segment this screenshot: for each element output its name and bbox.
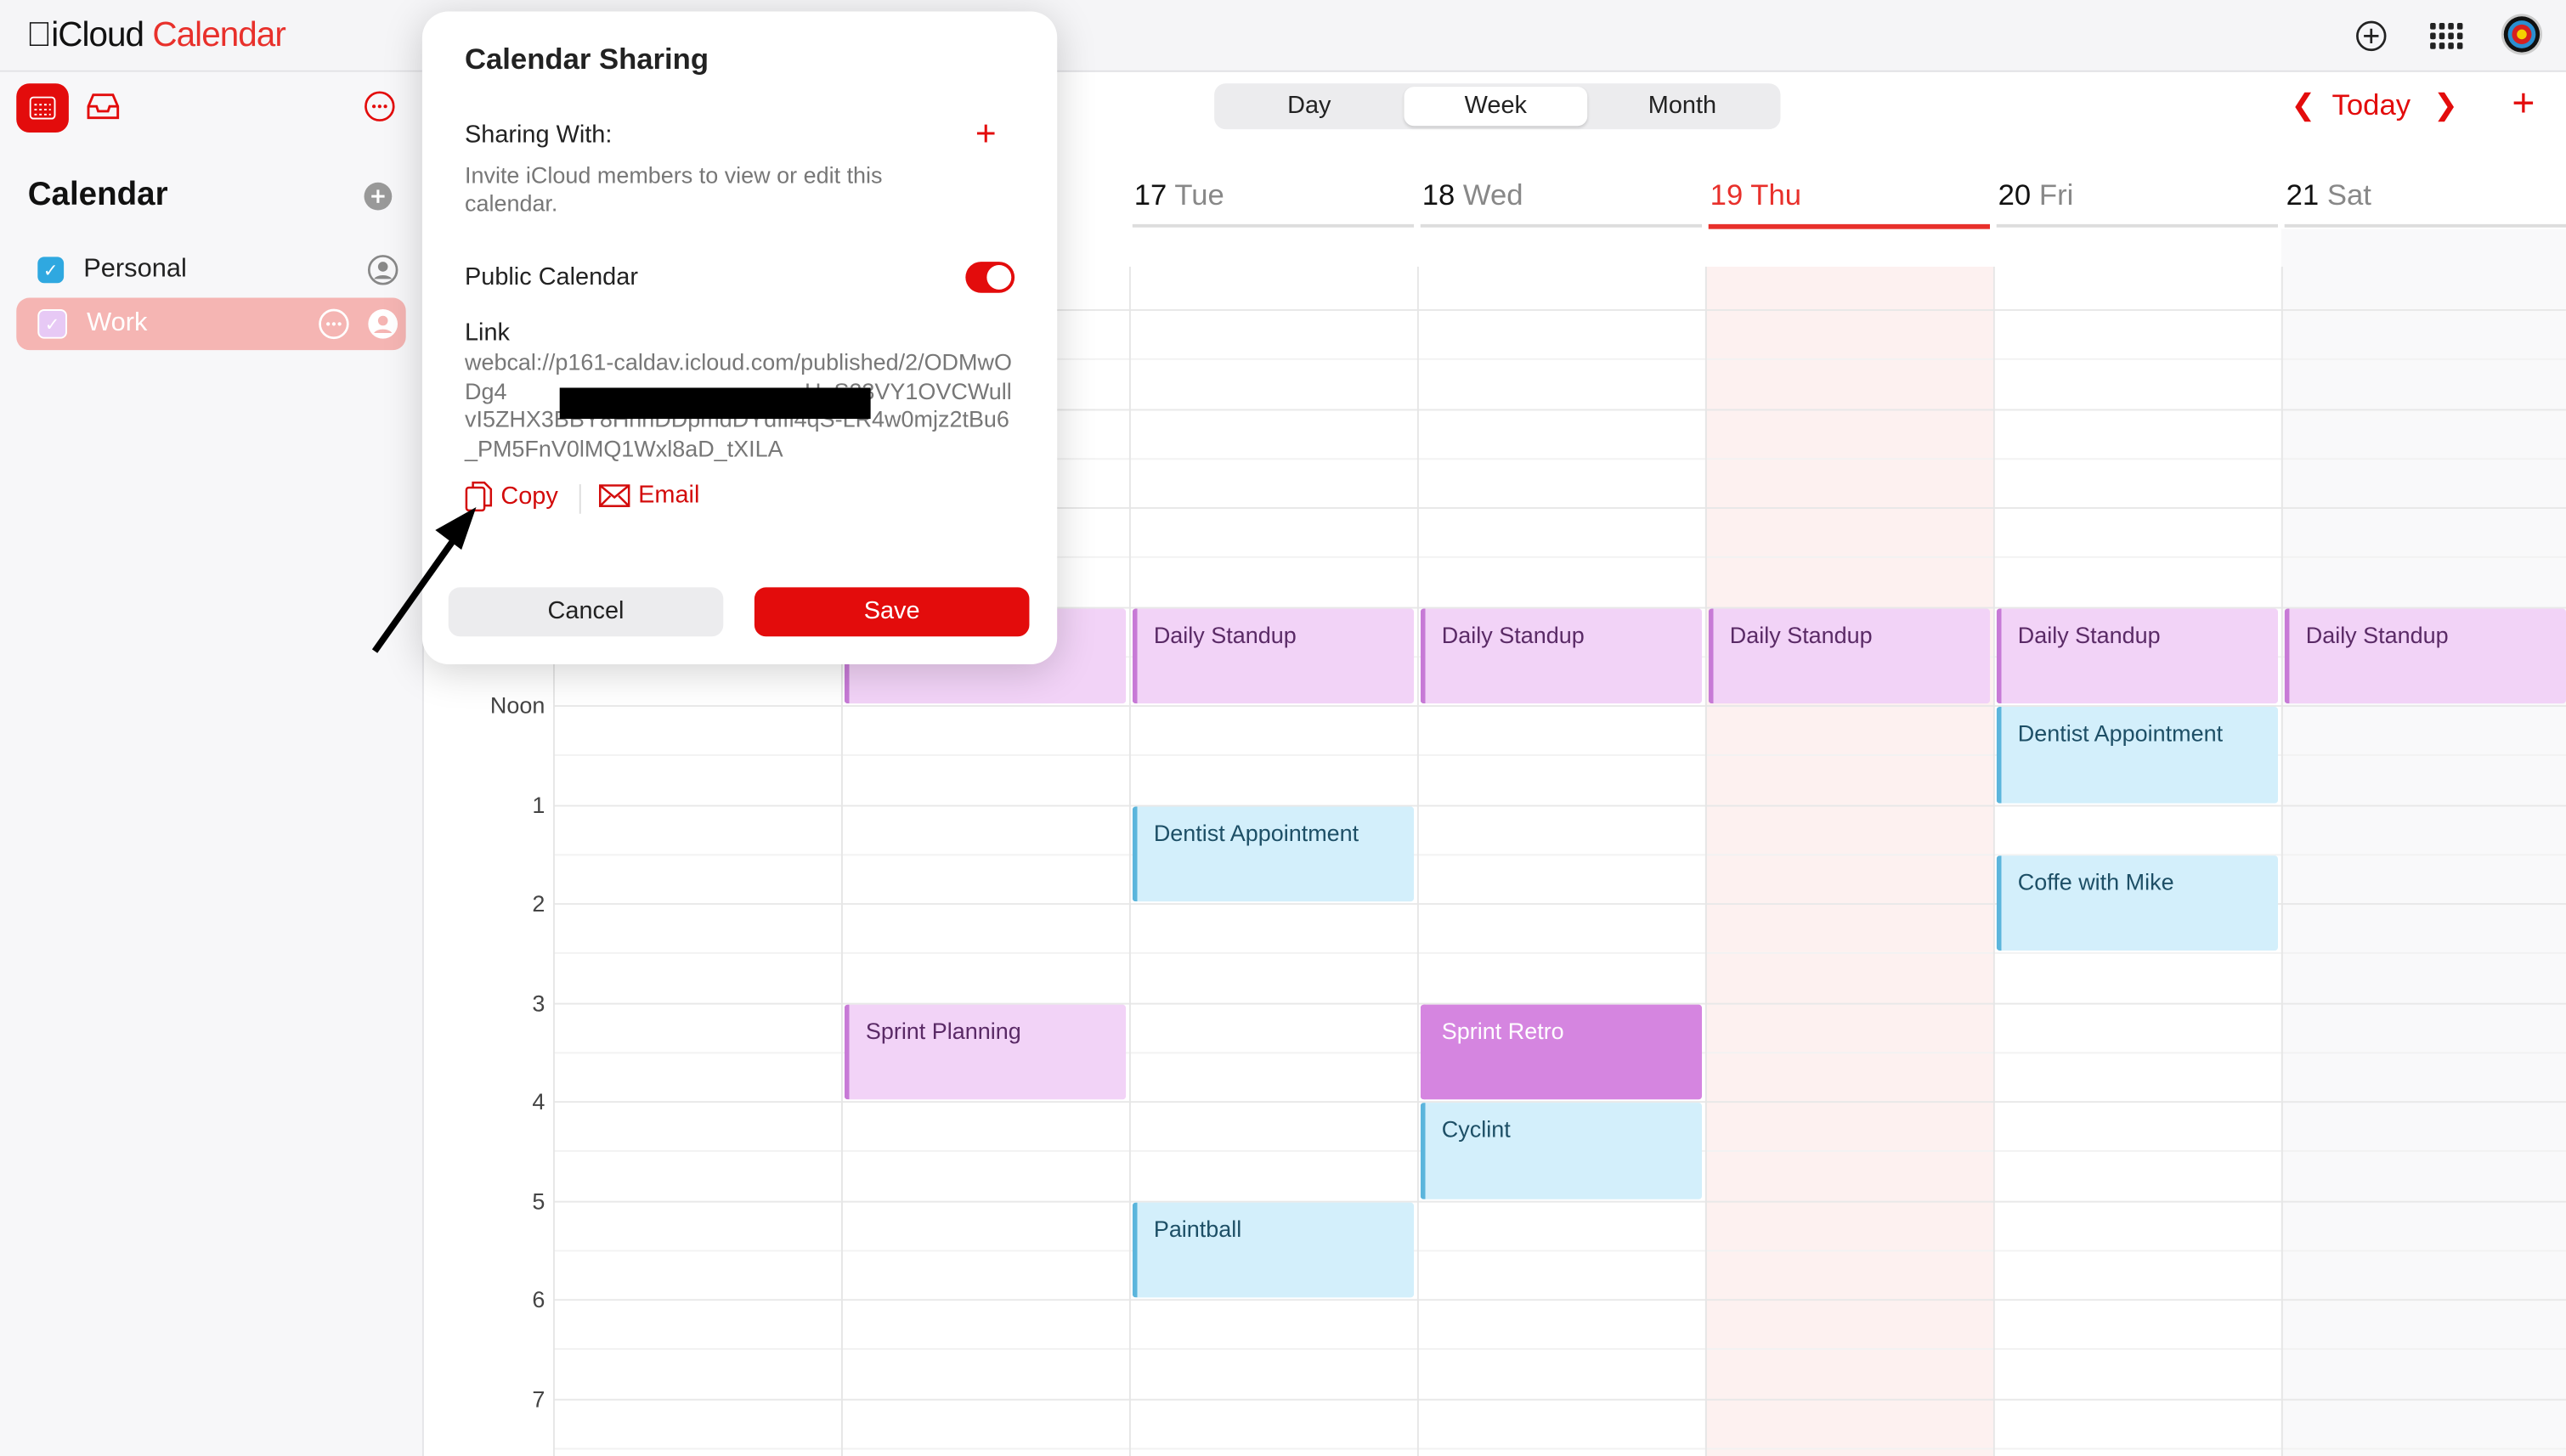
day-column-divider	[1992, 266, 1995, 1456]
calendar-event[interactable]: Dentist Appointment	[1996, 707, 2278, 803]
save-button[interactable]: Save	[754, 587, 1030, 637]
calendar-item-work[interactable]: ✓ Work	[16, 297, 406, 351]
calendar-event[interactable]: Daily Standup	[1708, 607, 1991, 704]
email-link-button[interactable]: Email	[599, 481, 699, 509]
hour-line	[552, 1397, 2566, 1400]
calendar-view-button[interactable]	[16, 83, 69, 133]
day-header-underline	[1996, 223, 2278, 228]
view-month-button[interactable]: Month	[1591, 87, 1774, 126]
public-calendar-toggle[interactable]	[965, 262, 1015, 293]
calendar-event[interactable]: Dentist Appointment	[1132, 805, 1415, 902]
hour-line	[552, 1299, 2566, 1301]
app-logo: iCloud Calendar	[25, 16, 286, 54]
new-event-button[interactable]: +	[2512, 82, 2535, 127]
calendar-event[interactable]: Coffe with Mike	[1996, 855, 2278, 951]
hour-line	[552, 1348, 2566, 1351]
time-label: 6	[532, 1285, 545, 1312]
envelope-icon	[599, 483, 630, 507]
calendar-event[interactable]: Sprint Retro	[1420, 1003, 1703, 1100]
day-header-underline	[2284, 223, 2566, 228]
next-week-button[interactable]: ❯	[2433, 88, 2458, 122]
inbox-icon[interactable]	[83, 87, 122, 126]
hour-line	[552, 952, 2566, 955]
copy-link-button[interactable]: Copy	[465, 481, 558, 512]
calendar-event[interactable]: Cyclint	[1420, 1103, 1703, 1199]
sharing-hint: Invite iCloud members to view or edit th…	[464, 161, 883, 217]
top-bar: iCloud Calendar	[0, 0, 2566, 72]
day-column-divider	[2281, 266, 2283, 1456]
day-header-underline	[1708, 223, 1991, 229]
view-switcher: Day Week Month	[1214, 83, 1781, 130]
day-header[interactable]: 18 Wed	[1422, 178, 1523, 212]
hour-line	[552, 1448, 2566, 1449]
calendar-event[interactable]: Sprint Planning	[844, 1003, 1127, 1100]
previous-week-button[interactable]: ❮	[2291, 88, 2315, 122]
time-label: 3	[532, 989, 545, 1016]
cancel-button[interactable]: Cancel	[448, 587, 724, 637]
hour-line	[552, 1002, 2566, 1004]
view-day-button[interactable]: Day	[1218, 87, 1401, 126]
divider	[579, 484, 581, 514]
calendar-sharing-dialog: Calendar Sharing Sharing With: + Invite …	[421, 11, 1058, 664]
add-person-button[interactable]: +	[975, 113, 997, 155]
add-circle-icon[interactable]	[2352, 16, 2391, 55]
hour-line	[552, 1199, 2566, 1202]
time-label: 5	[532, 1187, 545, 1214]
day-column-divider	[1128, 266, 1131, 1456]
calendar-item-personal[interactable]: ✓ Personal	[16, 244, 405, 296]
shared-person-icon[interactable]	[366, 254, 399, 295]
more-options-icon[interactable]	[318, 308, 351, 348]
sidebar: Calendar ✓ Personal ✓ Work	[0, 71, 424, 1456]
weekend-column	[2281, 229, 2566, 1456]
calendar-event[interactable]: Paintball	[1132, 1201, 1415, 1298]
view-week-button[interactable]: Week	[1404, 87, 1588, 127]
time-label: Noon	[489, 691, 545, 719]
hour-line	[552, 804, 2566, 806]
sharing-with-label: Sharing With:	[464, 121, 613, 150]
day-header[interactable]: 21 Sat	[2286, 178, 2371, 212]
shared-person-icon[interactable]	[366, 308, 399, 348]
today-button[interactable]: Today	[2332, 88, 2411, 122]
checkbox-personal[interactable]: ✓	[37, 257, 65, 284]
day-column-divider	[1704, 266, 1707, 1456]
time-label: 1	[532, 791, 545, 818]
time-label: 4	[532, 1087, 545, 1115]
day-header[interactable]: 17 Tue	[1134, 178, 1224, 212]
time-label: 2	[532, 889, 545, 917]
redaction-bar	[559, 387, 871, 420]
calendar-event[interactable]: Daily Standup	[1996, 607, 2278, 704]
calendar-event[interactable]: Daily Standup	[2284, 607, 2566, 704]
today-column	[1704, 266, 1993, 1456]
link-label: Link	[464, 319, 511, 347]
day-header[interactable]: 19 Thu	[1710, 178, 1801, 212]
apple-icon: 	[26, 16, 52, 54]
calendar-event[interactable]: Daily Standup	[1420, 607, 1703, 704]
hour-line	[552, 1249, 2566, 1251]
copy-icon	[465, 481, 493, 512]
dialog-title: Calendar Sharing	[464, 42, 709, 76]
calendar-heading: Calendar	[27, 177, 168, 213]
checkbox-work[interactable]: ✓	[37, 309, 67, 339]
day-column-divider	[1416, 266, 1419, 1456]
time-label: 7	[532, 1385, 545, 1412]
avatar[interactable]	[2501, 13, 2543, 55]
icloud-calendar-app: iCloud Calendar Calendar ✓ Personal ✓ W…	[0, 0, 2566, 1456]
app-grid-icon[interactable]	[2427, 16, 2466, 55]
calendar-event[interactable]: Daily Standup	[1132, 607, 1415, 704]
public-calendar-label: Public Calendar	[464, 263, 638, 291]
day-header-underline	[1420, 223, 1703, 228]
day-header[interactable]: 20 Fri	[1998, 178, 2074, 212]
add-calendar-icon[interactable]	[362, 180, 395, 213]
more-options-icon[interactable]	[360, 87, 399, 126]
day-header-underline	[1132, 223, 1415, 228]
